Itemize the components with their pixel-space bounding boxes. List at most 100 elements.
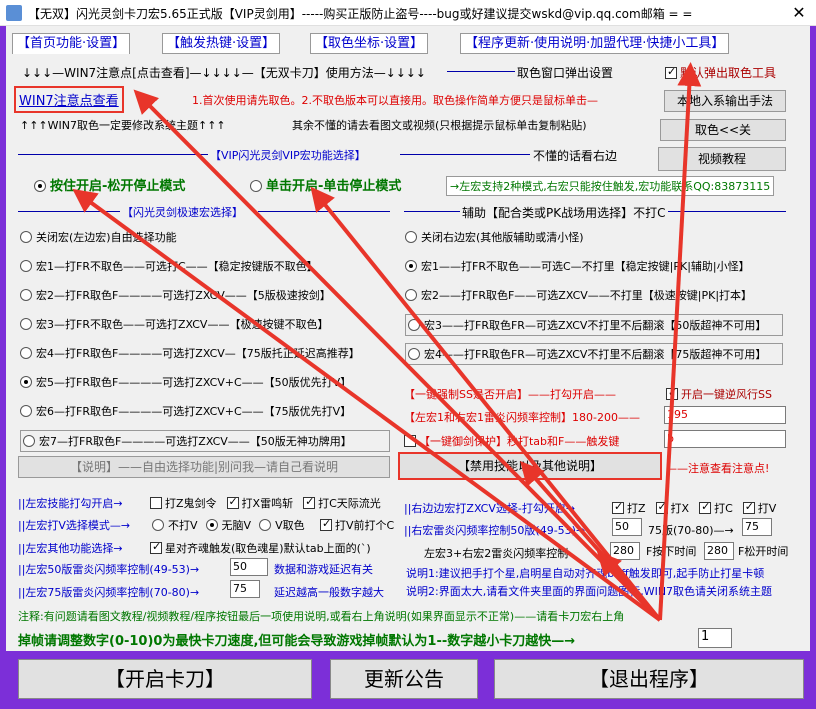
- checkbox-icon[interactable]: [303, 495, 316, 509]
- radio-icon[interactable]: [405, 231, 417, 243]
- left-macro-option[interactable]: 宏5—打FR取色F————可选打ZXCV+C——【50版优先打V】: [20, 374, 351, 390]
- right-50-rate-input[interactable]: 50: [612, 518, 642, 536]
- radio-icon[interactable]: [23, 435, 35, 447]
- frame-delay-input[interactable]: 1: [698, 628, 732, 648]
- checkbox-icon[interactable]: [404, 435, 416, 447]
- left-50-rate-input[interactable]: 50: [230, 558, 268, 576]
- checkbox-icon[interactable]: [150, 540, 162, 554]
- checkbox-icon[interactable]: [655, 500, 668, 514]
- export-button[interactable]: 本地入系输出手法: [664, 90, 786, 112]
- radio-icon[interactable]: [152, 519, 164, 531]
- left-75-rate-input[interactable]: 75: [230, 580, 260, 598]
- sword-protect-checkbox[interactable]: 【一键御剑保护】秒打tab和F——触发键: [404, 433, 619, 449]
- left-v-mode-radios: 不打V 无脑V V取色: [152, 517, 313, 533]
- notice-button[interactable]: 更新公告: [330, 659, 478, 699]
- default-popup-checkbox[interactable]: 默认弹出取色工具: [665, 64, 776, 81]
- left-macro-option[interactable]: 宏1—打FR不取色——可选打C——【稳定按键版不取色】: [20, 258, 318, 274]
- option-label: 关闭宏(左边宏)自由选择功能: [36, 231, 177, 244]
- right-75-rate-input[interactable]: 75: [742, 518, 772, 536]
- left-macro-option[interactable]: 宏4—打FR取色F————可选打ZXCV—【75版托正延迟高推荐】: [20, 345, 360, 361]
- checkbox-icon[interactable]: [699, 500, 712, 514]
- checkbox-label: 【一键御剑保护】秒打tab和F——触发键: [419, 435, 620, 448]
- left-skill-checks: 打Z鬼剑令 打X雷鸣斩 打C天际流光: [150, 495, 391, 511]
- checkbox-icon[interactable]: [226, 495, 239, 509]
- checkbox-icon[interactable]: [150, 497, 162, 509]
- mode-click-radio[interactable]: 单击开启-单击停止模式: [250, 175, 401, 194]
- left-skill-label: ||左宏技能打勾开启→: [18, 497, 123, 510]
- star-align-checkbox[interactable]: 星对齐魂触发(取色魂星)默认tab上面的(`): [150, 540, 371, 556]
- v-before-c-checkbox[interactable]: 打V前打个C: [320, 517, 394, 533]
- exit-button[interactable]: 【退出程序】: [494, 659, 804, 699]
- popup-setting-label: 取色窗口弹出设置: [517, 66, 614, 80]
- color-pick-button[interactable]: 取色<<关: [660, 119, 786, 141]
- radio-icon[interactable]: [20, 318, 32, 330]
- skill-checkbox[interactable]: 打Z鬼剑令: [150, 497, 217, 510]
- right-skill-checkbox[interactable]: 打Z: [612, 500, 646, 515]
- v-mode-radio[interactable]: V取色: [259, 519, 305, 532]
- radio-icon[interactable]: [20, 260, 32, 272]
- tab-hotkeys[interactable]: 【触发热键·设置】: [162, 33, 281, 54]
- radio-icon[interactable]: [250, 180, 262, 192]
- explain-button[interactable]: 【说明】——自由选择功能|别问我—请自己看说明: [18, 456, 390, 478]
- radio-icon[interactable]: [405, 260, 417, 272]
- radio-icon[interactable]: [34, 180, 46, 192]
- v-mode-radio[interactable]: 无脑V: [205, 519, 252, 532]
- checkbox-icon[interactable]: [612, 500, 624, 514]
- radio-icon[interactable]: [20, 405, 32, 417]
- radio-icon[interactable]: [205, 519, 218, 531]
- left-macro-option[interactable]: 宏7—打FR取色F————可选打ZXCV——【50版无神功牌用】: [20, 430, 390, 452]
- right-skill-checkbox[interactable]: 打V: [742, 500, 776, 515]
- banned-skills-button[interactable]: 【禁用技能以及其他说明】: [398, 452, 662, 480]
- radio-icon[interactable]: [20, 231, 32, 243]
- left-macro-option[interactable]: 宏2—打FR取色F————可选打ZXCV——【5版极速按剑】: [20, 287, 331, 303]
- skill-checkbox[interactable]: 打C天际流光: [303, 495, 381, 510]
- right-macro-option[interactable]: 宏3——打FR取色FR—可选ZXCV不打里不后翻滚【50版超神不可用】: [405, 314, 783, 336]
- divider: [447, 71, 515, 72]
- radio-label: 无脑V: [221, 519, 252, 532]
- right-macro-option[interactable]: 宏1——打FR不取色——可选C—不打里【稳定按键|PK|辅助|小怪】: [405, 258, 750, 274]
- checkbox-icon[interactable]: [666, 386, 678, 400]
- tab-color-coords[interactable]: 【取色坐标·设置】: [310, 33, 429, 54]
- left-macro-option[interactable]: 宏3—打FR不取色——可选打ZXCV——【极速按键不取色】: [20, 316, 328, 332]
- left-macro-option[interactable]: 关闭宏(左边宏)自由选择功能: [20, 229, 177, 245]
- radio-icon[interactable]: [20, 289, 32, 301]
- radio-icon[interactable]: [408, 319, 420, 331]
- vip-section-title: 【VIP闪光灵剑VIP宏功能选择】: [210, 149, 366, 162]
- win7-link[interactable]: WIN7注意点查看: [19, 94, 119, 109]
- left-macro-option[interactable]: 宏6—打FR取色F————可选打ZXCV+C——【75版优先打V】: [20, 403, 351, 419]
- tab-home[interactable]: 【首页功能·设置】: [12, 33, 131, 54]
- video-tutorial-button[interactable]: 视频教程: [658, 147, 786, 171]
- v-mode-radio[interactable]: 不打V: [152, 519, 198, 532]
- option-label: 宏4——打FR取色FR—可选ZXCV不打里不后翻滚【75版超神不可用】: [424, 348, 767, 361]
- one-key-ss-checkbox[interactable]: 开启一键逆风行SS: [666, 386, 772, 402]
- f-press-input[interactable]: 280: [610, 542, 640, 560]
- f-release-input[interactable]: 280: [704, 542, 734, 560]
- skill-checkbox[interactable]: 打X雷鸣斩: [226, 495, 293, 510]
- start-button[interactable]: 【开启卡刀】: [18, 659, 312, 699]
- mode-hold-radio[interactable]: 按住开启-松开停止模式: [34, 175, 185, 194]
- right-skill-checkbox[interactable]: 打X: [655, 500, 689, 515]
- radio-icon[interactable]: [259, 519, 272, 531]
- sword-protect-key-input[interactable]: b: [664, 430, 786, 448]
- radio-label: V取色: [275, 519, 305, 532]
- checkbox-label: 打Z: [627, 502, 646, 515]
- thunder-rate-input[interactable]: 195: [664, 406, 786, 424]
- right-macro-option[interactable]: 宏4——打FR取色FR—可选ZXCV不打里不后翻滚【75版超神不可用】: [405, 343, 783, 365]
- close-button[interactable]: ✕: [782, 0, 816, 26]
- right-50-rate-label: ||右宏雷炎闪频率控制50版(49-53)→: [404, 524, 586, 537]
- checkbox-icon[interactable]: [742, 500, 755, 514]
- right-skill-checkbox[interactable]: 打C: [699, 500, 733, 515]
- win7-link-box: WIN7注意点查看: [14, 86, 124, 113]
- checkbox-icon[interactable]: [665, 65, 677, 79]
- checkbox-icon[interactable]: [320, 517, 332, 531]
- right-macro-option[interactable]: 宏2——打FR取色F——可选ZXCV——不打里【极速按键|PK|打本】: [405, 287, 752, 303]
- tab-updates[interactable]: 【程序更新·使用说明·加盟代理·快捷小工具】: [460, 33, 730, 54]
- right-macro-option[interactable]: 关闭右边宏(其他版辅助或清小怪): [405, 229, 584, 245]
- radio-icon[interactable]: [408, 348, 420, 360]
- radio-label: 单击开启-单击停止模式: [266, 179, 402, 194]
- radio-icon[interactable]: [20, 376, 32, 388]
- checkbox-label: 打C: [714, 502, 733, 515]
- radio-icon[interactable]: [20, 347, 32, 359]
- radio-icon[interactable]: [405, 289, 417, 301]
- divider: [258, 211, 390, 212]
